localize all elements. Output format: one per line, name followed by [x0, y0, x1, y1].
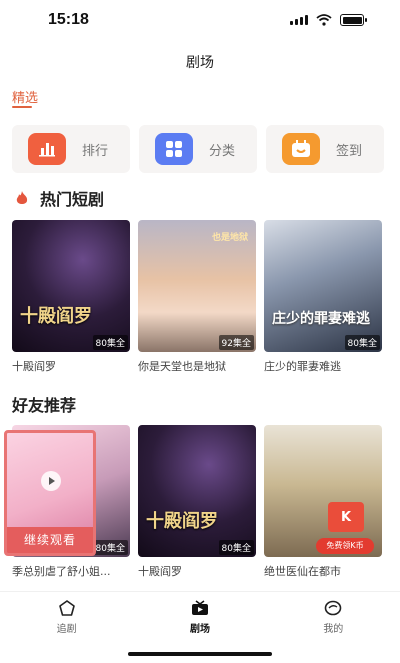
drama-title: 庄少的罪妻难逃: [264, 360, 341, 373]
drama-poster: 庄少的罪妻难逃 80集全: [264, 220, 382, 352]
episode-badge: 92集全: [218, 335, 254, 350]
drama-title: 绝世医仙在都市: [264, 565, 341, 578]
drama-card[interactable]: 十殿阎罗 80集全 十殿阎罗: [12, 220, 130, 374]
battery-icon: [340, 14, 367, 26]
tab-underline: [12, 106, 32, 108]
drama-card[interactable]: 庄少的罪妻难逃 80集全 庄少的罪妻难逃: [264, 220, 382, 374]
nav-theater-label: 剧场: [189, 624, 210, 635]
checkin-label: 签到: [336, 143, 363, 159]
drama-title: 十殿阎罗: [12, 360, 56, 373]
category-grid-icon: [155, 133, 193, 165]
drama-poster: 十殿阎罗 80集全: [138, 425, 256, 557]
checkin-button[interactable]: 签到: [266, 125, 384, 173]
quick-actions: 排行 分类 签到: [12, 125, 384, 173]
checkin-calendar-icon: [282, 133, 320, 165]
drama-card[interactable]: 也是地狱 92集全 你是天堂也是地狱: [138, 220, 256, 374]
page-title: 剧场: [186, 55, 214, 71]
poster-title-text: 也是地狱: [211, 233, 248, 243]
play-icon: [41, 471, 61, 491]
free-coin-label: 免费领K币: [316, 538, 374, 554]
ranking-button[interactable]: 排行: [12, 125, 130, 173]
continue-watching-button[interactable]: 继续观看: [7, 527, 93, 553]
drama-title: 季总别虐了舒小姐...: [12, 565, 111, 578]
continue-watching-card[interactable]: 继续观看: [4, 430, 96, 556]
tab-featured[interactable]: 精选: [12, 87, 38, 106]
signal-icon: [290, 15, 308, 25]
ranking-label: 排行: [82, 143, 109, 159]
nav-mine[interactable]: 我的: [267, 592, 400, 637]
nav-mine-label: 我的: [323, 624, 344, 635]
episode-badge: 80集全: [218, 540, 254, 555]
drama-card[interactable]: 十殿阎罗 80集全 十殿阎罗: [138, 425, 256, 579]
nav-following-label: 追剧: [56, 624, 77, 635]
tv-icon: [191, 600, 208, 615]
friend-section-title: 好友推荐: [12, 396, 77, 415]
flame-icon: [16, 191, 28, 204]
category-label: 分类: [209, 143, 236, 159]
bottom-nav: 追剧 剧场 我的: [0, 591, 400, 637]
pentagon-star-icon: [58, 600, 75, 616]
hot-section-header: 热门短剧: [14, 186, 104, 210]
hot-drama-grid: 十殿阎罗 80集全 十殿阎罗 也是地狱 92集全 你是天堂也是地狱 庄少的罪妻难…: [12, 220, 388, 374]
drama-title: 你是天堂也是地狱: [138, 360, 226, 373]
status-icons: [290, 14, 367, 26]
wifi-icon: [316, 14, 332, 26]
episode-badge: 80集全: [92, 335, 128, 350]
nav-theater[interactable]: 剧场: [133, 592, 266, 637]
profile-face-icon: [325, 600, 342, 616]
hot-section-title: 热门短剧: [40, 190, 105, 209]
drama-poster: 也是地狱 92集全: [138, 220, 256, 352]
coin-ticket-icon: K: [328, 502, 364, 532]
poster-title-text: 庄少的罪妻难逃: [272, 311, 370, 327]
category-button[interactable]: 分类: [139, 125, 257, 173]
nav-following[interactable]: 追剧: [0, 592, 133, 637]
episode-badge: 80集全: [92, 540, 128, 555]
drama-poster: 十殿阎罗 80集全: [12, 220, 130, 352]
status-time: 15:18: [48, 11, 89, 28]
drama-title: 十殿阎罗: [138, 565, 182, 578]
poster-title-text: 十殿阎罗: [20, 306, 92, 327]
home-indicator: [128, 652, 272, 656]
poster-title-text: 十殿阎罗: [146, 511, 218, 532]
status-bar: 15:18: [0, 0, 400, 44]
free-coin-coupon[interactable]: K 免费领K币: [316, 502, 374, 554]
ranking-chart-icon: [28, 133, 66, 165]
episode-badge: 80集全: [344, 335, 380, 350]
